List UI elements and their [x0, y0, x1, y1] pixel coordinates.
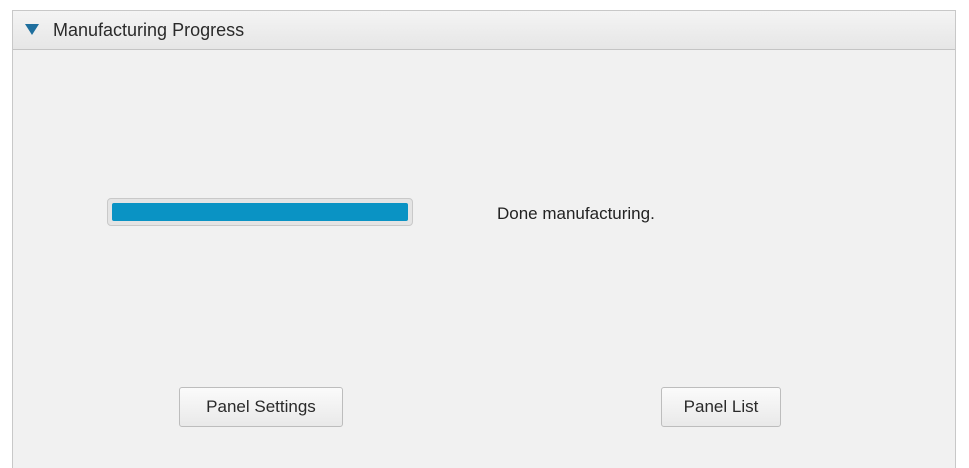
panel-title: Manufacturing Progress	[53, 20, 245, 40]
manufacturing-progress-panel: Manufacturing Progress Done manufacturin…	[12, 10, 956, 468]
panel-list-button[interactable]: Panel List	[661, 387, 781, 427]
collapse-triangle-icon[interactable]	[25, 24, 39, 35]
panel-settings-button[interactable]: Panel Settings	[179, 387, 343, 427]
status-label: Done manufacturing.	[497, 204, 655, 223]
panel-title-bar[interactable]: Manufacturing Progress	[13, 11, 955, 50]
manufacturing-progress-bar	[107, 198, 413, 226]
progress-bar-fill	[112, 203, 408, 221]
